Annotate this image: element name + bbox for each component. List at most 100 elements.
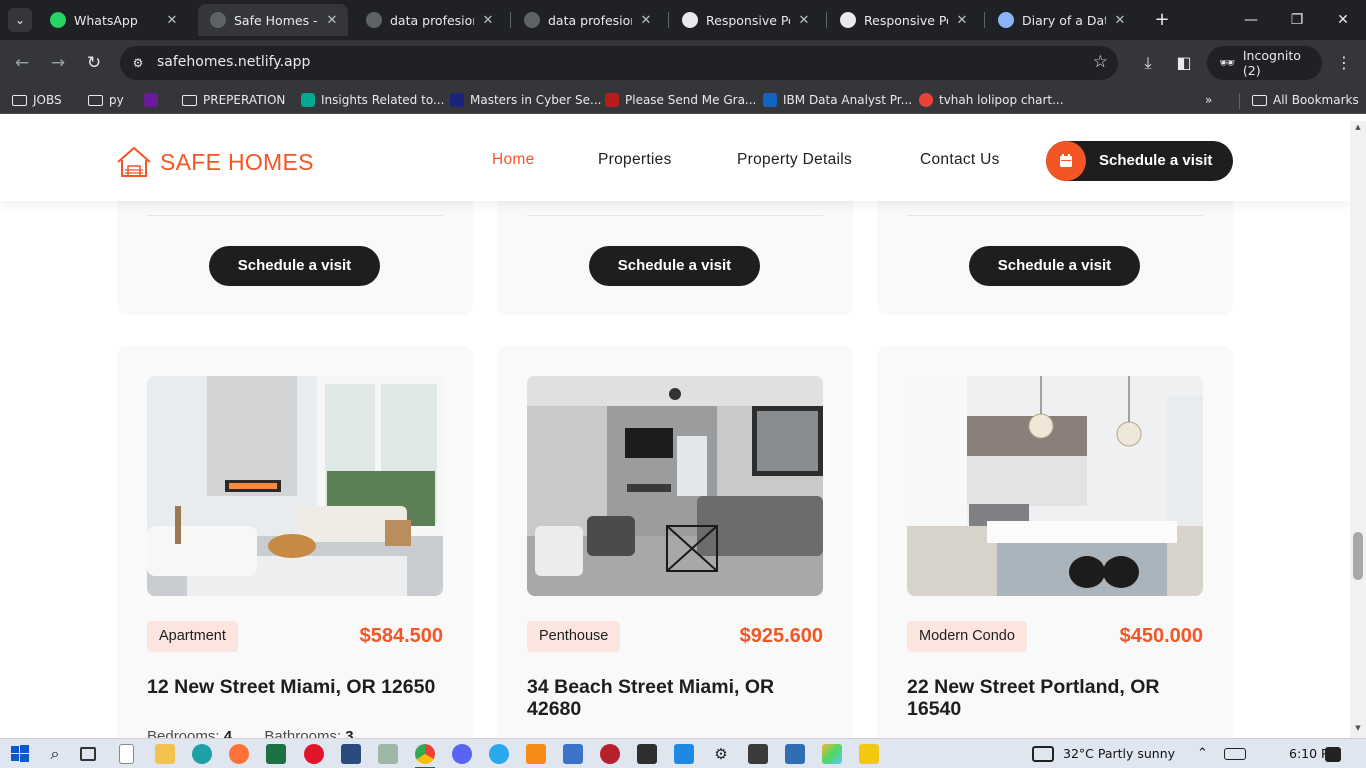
schedule-visit-button[interactable]: Schedule a visit: [209, 246, 380, 286]
property-photo-living-room[interactable]: [147, 376, 443, 596]
tab-data-profesional-2[interactable]: data profesional ✕: [512, 4, 662, 36]
tab-responsive-portfolio-1[interactable]: Responsive Portf ✕: [670, 4, 820, 36]
nav-property-details[interactable]: Property Details: [737, 151, 852, 169]
nav-contact-us[interactable]: Contact Us: [920, 151, 1000, 169]
tab-diary-data-analyst[interactable]: Diary of a Data A ✕: [986, 4, 1136, 36]
bookmarks-overflow-chevron-icon[interactable]: »: [1205, 91, 1212, 109]
nav-home[interactable]: Home: [492, 151, 535, 169]
forward-arrow-icon[interactable]: →: [46, 51, 70, 75]
tab-data-profesional-1[interactable]: data profesional ✕: [354, 4, 504, 36]
tab-title: Responsive Portf: [706, 12, 790, 28]
weather-text[interactable]: 32°C Partly sunny: [1063, 746, 1175, 761]
windows-start-icon[interactable]: [10, 744, 30, 764]
scrollbar-thumb[interactable]: [1353, 532, 1363, 580]
bookmark-star-icon[interactable]: ☆: [1093, 52, 1108, 72]
telegram-icon[interactable]: [489, 744, 509, 764]
bookmark-please-send[interactable]: Please Send Me Gra...: [605, 91, 756, 109]
close-icon[interactable]: ✕: [640, 13, 652, 28]
bookmark-py[interactable]: py: [88, 91, 124, 109]
logo[interactable]: SAFE HOMES: [116, 145, 314, 179]
calendar-icon-circle: [1046, 141, 1086, 181]
task-view-icon[interactable]: [80, 747, 96, 761]
property-address[interactable]: 12 New Street Miami, OR 12650: [147, 676, 447, 698]
excel-icon[interactable]: [266, 744, 286, 764]
address-bar[interactable]: ⚙ safehomes.netlify.app ☆: [120, 46, 1118, 80]
site-settings-icon[interactable]: ⚙: [130, 55, 146, 71]
calendar-icon: [1060, 154, 1072, 167]
nav-properties[interactable]: Properties: [598, 151, 672, 169]
firefox-icon[interactable]: [229, 744, 249, 764]
opera-icon[interactable]: [304, 744, 324, 764]
property-address[interactable]: 22 New Street Portland, OR 16540: [907, 676, 1207, 720]
keyboard-icon[interactable]: [1224, 748, 1246, 760]
bookmark-preperation[interactable]: PREPERATION: [182, 91, 285, 109]
terminal-icon[interactable]: [748, 744, 768, 764]
settings-gear-icon[interactable]: ⚙: [711, 744, 731, 764]
schedule-visit-button[interactable]: Schedule a visit: [589, 246, 760, 286]
bookmark-site-purple[interactable]: [144, 91, 158, 109]
app-icon[interactable]: [341, 744, 361, 764]
photos-icon[interactable]: [785, 744, 805, 764]
close-icon[interactable]: ✕: [326, 13, 338, 28]
bookmark-ibm-data-analyst[interactable]: IBM Data Analyst Pr...: [763, 91, 912, 109]
property-address[interactable]: 34 Beach Street Miami, OR 42680: [527, 676, 827, 720]
incognito-badge[interactable]: 🕶 Incognito (2): [1207, 46, 1322, 80]
app-icon[interactable]: [600, 744, 620, 764]
edge-icon[interactable]: [192, 744, 212, 764]
file-explorer-icon[interactable]: [155, 744, 175, 764]
restore-icon[interactable]: ❐: [1274, 0, 1320, 40]
search-icon[interactable]: ⌕: [45, 744, 65, 764]
weather-app-icon[interactable]: [1032, 746, 1054, 762]
vlc-icon[interactable]: [526, 744, 546, 764]
back-arrow-icon[interactable]: ←: [10, 51, 34, 75]
site-header: SAFE HOMES Home Properties Property Deta…: [0, 121, 1350, 201]
property-card-apartment: Apartment $584.500 12 New Street Miami, …: [117, 346, 473, 738]
price: $450.000: [1119, 625, 1203, 647]
bedrooms-label: Bedrooms:: [147, 728, 220, 738]
vscode-icon[interactable]: [674, 744, 694, 764]
url-text[interactable]: safehomes.netlify.app: [157, 54, 310, 70]
property-photo-kitchen[interactable]: [907, 376, 1203, 596]
page-scrollbar[interactable]: [1350, 121, 1366, 738]
tab-safe-homes[interactable]: Safe Homes - Re ✕: [198, 4, 348, 36]
new-tab-plus-icon[interactable]: +: [1150, 8, 1174, 32]
close-icon[interactable]: ✕: [798, 13, 810, 28]
close-icon[interactable]: ✕: [956, 13, 968, 28]
bookmark-insights[interactable]: Insights Related to...: [301, 91, 444, 109]
close-icon[interactable]: ✕: [166, 13, 178, 28]
notepad-icon[interactable]: [119, 744, 134, 764]
close-icon[interactable]: ✕: [1114, 13, 1126, 28]
app-icon[interactable]: [637, 744, 657, 764]
app-icon[interactable]: [822, 744, 842, 764]
bookmark-lolipop-chart[interactable]: tvhah lolipop chart...: [919, 91, 1064, 109]
header-schedule-visit-button[interactable]: Schedule a visit: [1046, 141, 1233, 181]
scroll-down-arrow-icon[interactable]: ▼: [1353, 724, 1363, 734]
close-icon[interactable]: ✕: [482, 13, 494, 28]
power-bi-icon[interactable]: [859, 744, 879, 764]
app-icon[interactable]: [378, 744, 398, 764]
notification-icon[interactable]: [1325, 747, 1341, 762]
folder-icon: [1252, 94, 1267, 106]
tab-whatsapp[interactable]: WhatsApp ✕: [38, 4, 188, 36]
minimize-icon[interactable]: —: [1228, 0, 1274, 40]
reload-icon[interactable]: ↻: [82, 51, 106, 75]
tray-chevron-up-icon[interactable]: ⌃: [1197, 746, 1208, 761]
bookmark-jobs[interactable]: JOBS: [12, 91, 62, 109]
scroll-up-arrow-icon[interactable]: ▲: [1353, 123, 1363, 133]
bookmark-masters-cyber[interactable]: Masters in Cyber Se...: [450, 91, 601, 109]
all-bookmarks[interactable]: All Bookmarks: [1252, 91, 1359, 109]
discord-icon[interactable]: [452, 744, 472, 764]
download-icon[interactable]: ⤓: [1136, 51, 1160, 75]
schedule-visit-button[interactable]: Schedule a visit: [969, 246, 1140, 286]
property-photo-lounge[interactable]: [527, 376, 823, 596]
bookmarks-bar: JOBS py PREPERATION Insights Related to.…: [0, 86, 1366, 114]
app-icon[interactable]: [563, 744, 583, 764]
chrome-icon[interactable]: [415, 744, 435, 764]
window-close-icon[interactable]: ✕: [1320, 0, 1366, 40]
side-panel-icon[interactable]: ◧: [1172, 51, 1196, 75]
category-badge: Modern Condo: [907, 621, 1027, 652]
menu-kebab-icon[interactable]: ⋮: [1332, 51, 1356, 75]
tab-search-chevron-icon[interactable]: ⌄: [8, 8, 32, 32]
tab-title: Safe Homes - Re: [234, 12, 318, 28]
tab-responsive-portfolio-2[interactable]: Responsive Portf ✕: [828, 4, 978, 36]
